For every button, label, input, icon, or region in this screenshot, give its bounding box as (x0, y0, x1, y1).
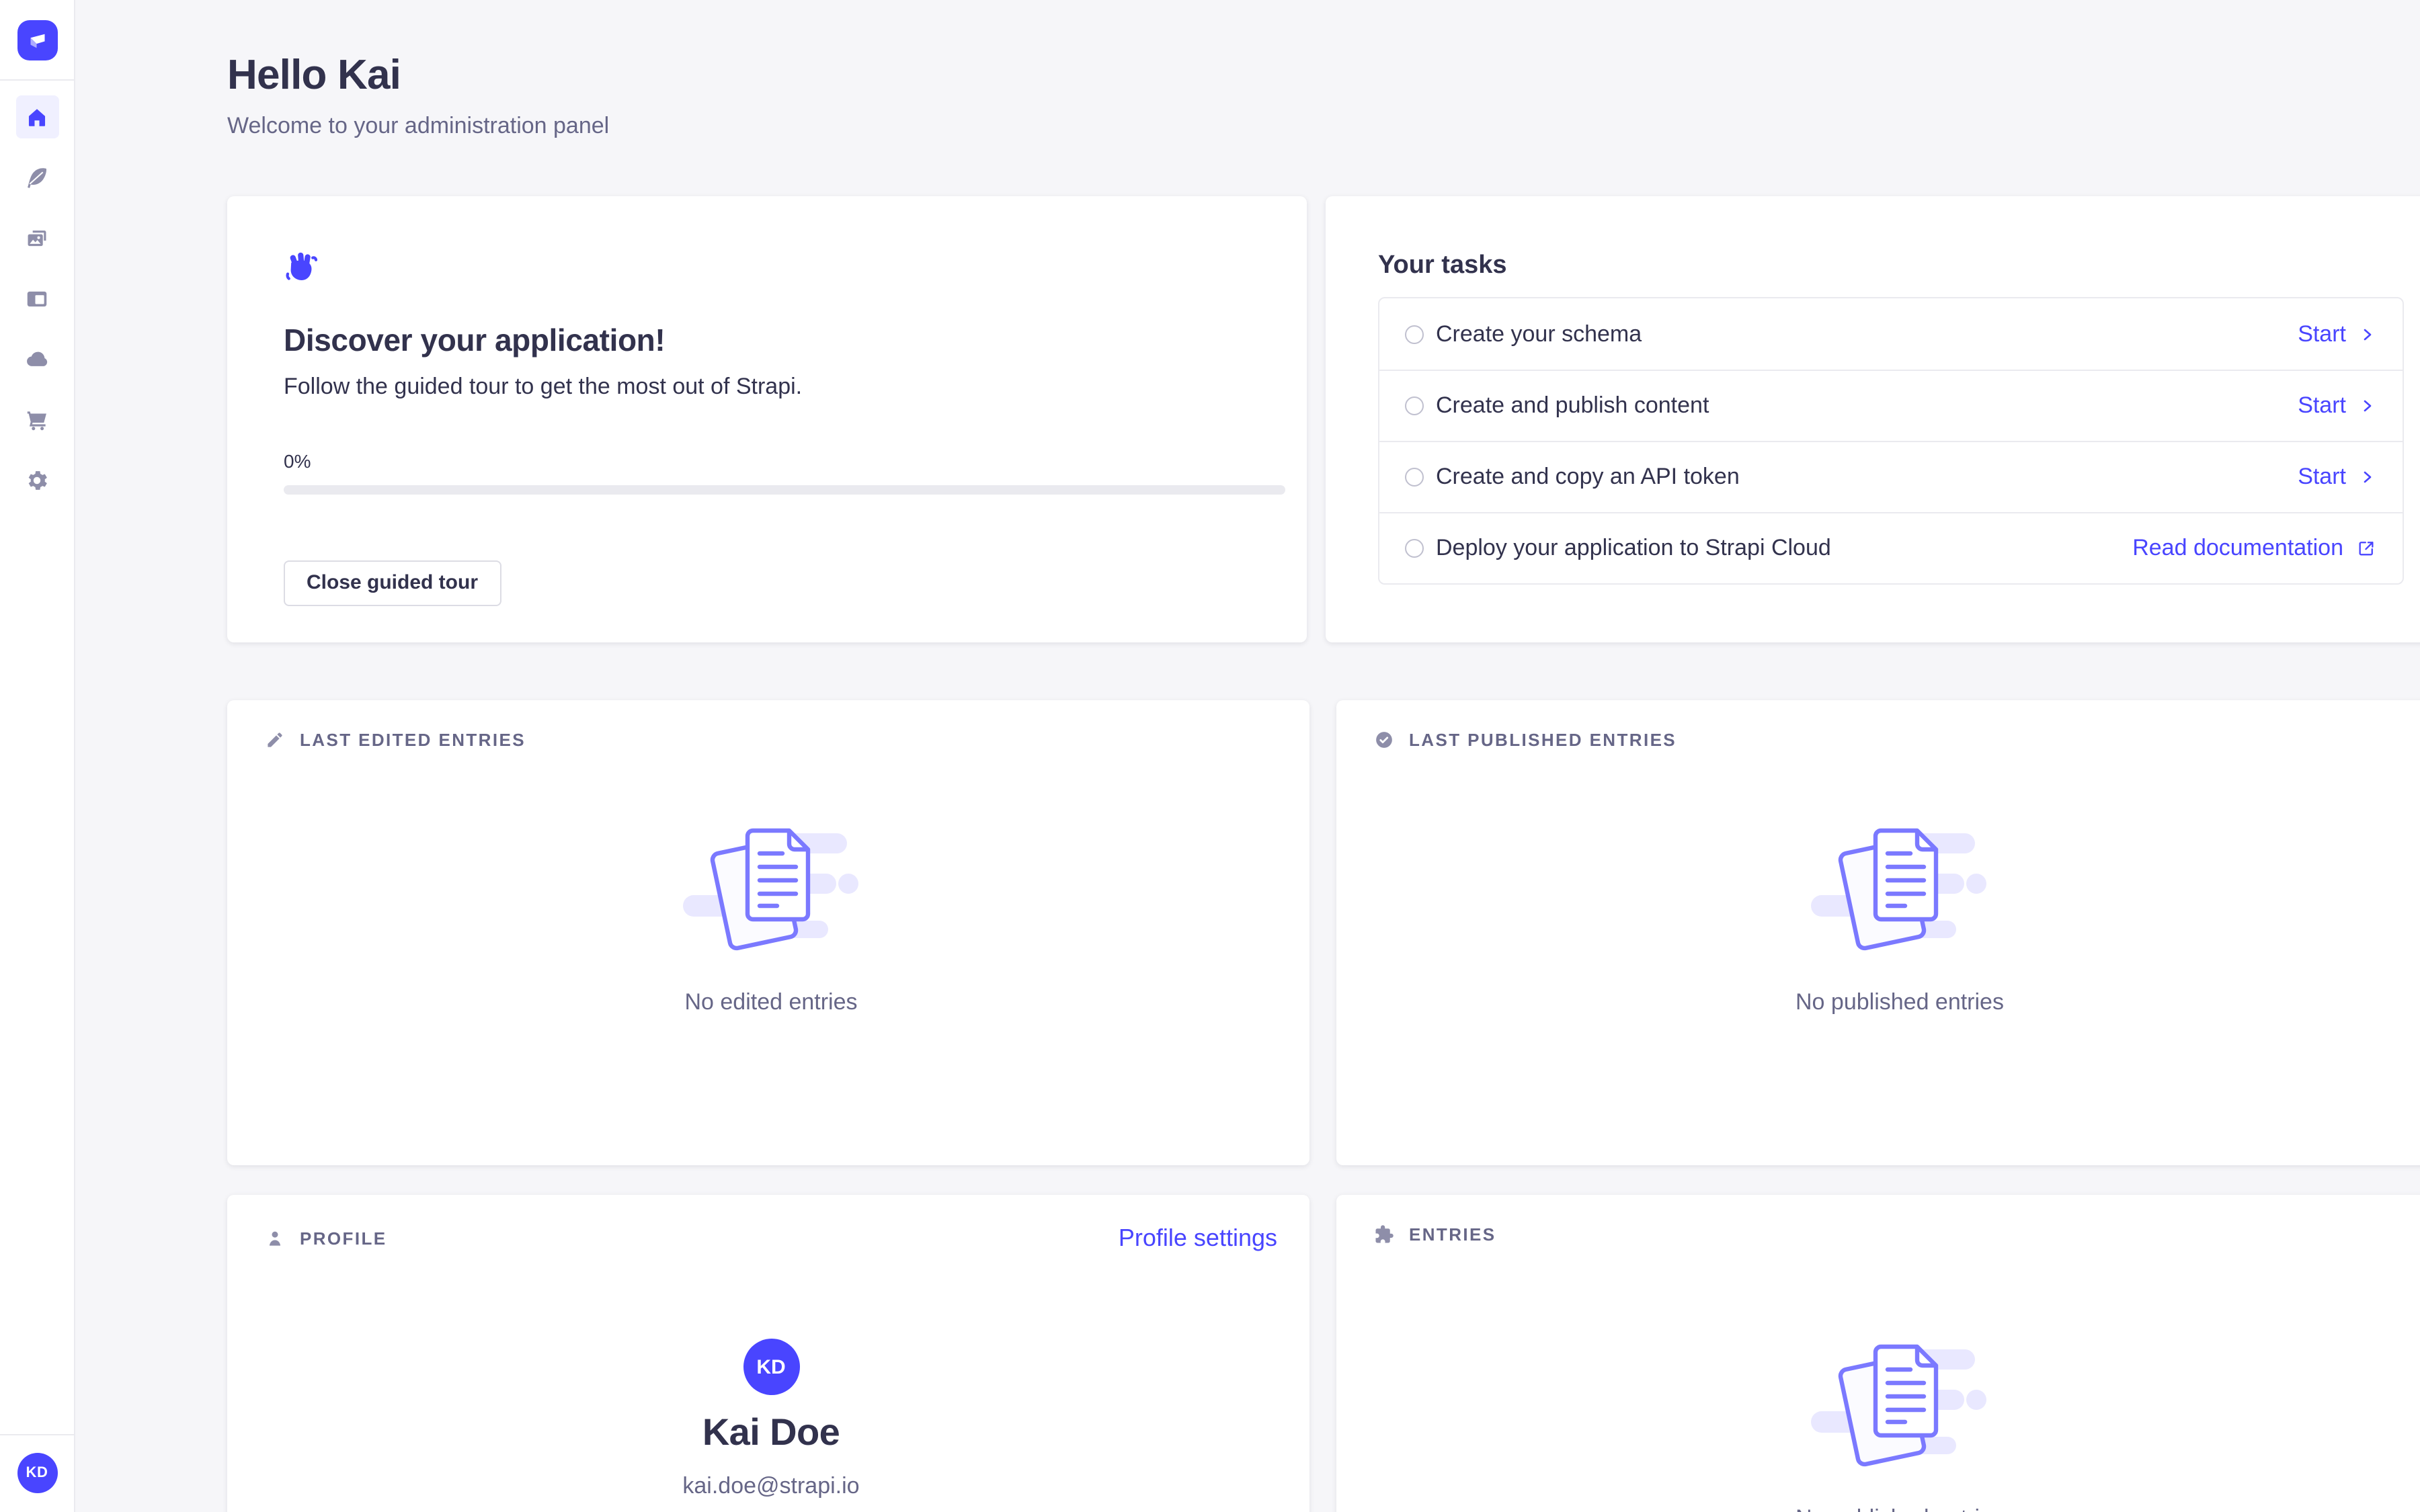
strapi-logo-icon[interactable] (17, 19, 57, 60)
progress-bar (284, 485, 1285, 495)
guided-tour-card: Discover your application! Follow the gu… (227, 196, 1307, 642)
task-action-label: Start (2298, 392, 2346, 419)
empty-state: No published entries (1374, 1245, 2420, 1512)
empty-state: No edited entries (265, 750, 1277, 1016)
gear-icon (24, 467, 50, 493)
widget-title: PROFILE (300, 1228, 387, 1249)
chevron-right-icon (2360, 469, 2376, 485)
profile-body: KD Kai Doe kai.doe@strapi.io (265, 1253, 1277, 1512)
strapi-admin-homepage: KD Hello Kai Welcome to your administrat… (0, 0, 2420, 1512)
task-label: Deploy your application to Strapi Cloud (1436, 535, 2132, 562)
waving-hand-icon (284, 250, 321, 288)
profile-settings-link[interactable]: Profile settings (1119, 1224, 1277, 1253)
widget-title: LAST EDITED ENTRIES (300, 730, 526, 750)
task-status-circle (1405, 468, 1424, 487)
profile-avatar: KD (743, 1339, 799, 1395)
page-title: Hello Kai (227, 51, 401, 99)
sidebar-item-content-manager[interactable] (15, 156, 58, 199)
progress-label: 0% (284, 450, 1285, 472)
sidebar-item-home[interactable] (15, 95, 58, 138)
guided-tour-subtitle: Follow the guided tour to get the most o… (284, 374, 1285, 401)
logo-zone (0, 0, 74, 81)
cloud-icon (24, 345, 50, 372)
task-start-link[interactable]: Start (2298, 464, 2376, 491)
feather-icon (24, 165, 50, 190)
widget-header: ENTRIES (1374, 1224, 2420, 1245)
empty-state: No published entries (1374, 750, 2420, 1016)
empty-state-text: No edited entries (684, 989, 857, 1016)
media-library-icon (24, 225, 50, 251)
home-icon (26, 106, 48, 128)
last-published-entries-card: LAST PUBLISHED ENTRIES No published entr… (1336, 700, 2420, 1165)
empty-state-text: No published entries (1796, 989, 2004, 1016)
task-label: Create and copy an API token (1436, 464, 2298, 491)
task-label: Create and publish content (1436, 392, 2298, 419)
task-status-circle (1405, 396, 1424, 415)
user-icon (265, 1228, 285, 1249)
chevron-right-icon (2360, 398, 2376, 414)
empty-state-text: No published entries (1796, 1505, 2004, 1512)
profile-email: kai.doe@strapi.io (682, 1473, 859, 1500)
strapi-logo-glyph (25, 28, 49, 52)
empty-documents-illustration (682, 817, 860, 965)
task-status-circle (1405, 325, 1424, 343)
task-action-label: Start (2298, 321, 2346, 347)
task-list: Create your schema Start Create and publ… (1378, 297, 2404, 585)
sidebar-item-settings[interactable] (15, 458, 58, 501)
entries-card: ENTRIES No published entries (1336, 1195, 2420, 1512)
profile-card: PROFILE Profile settings KD Kai Doe kai.… (227, 1195, 1309, 1512)
task-row: Deploy your application to Strapi Cloud … (1379, 512, 2403, 583)
sidebar-nav (15, 81, 58, 501)
widget-header: LAST EDITED ENTRIES (265, 730, 1277, 750)
sidebar-footer: KD (0, 1434, 74, 1512)
page-subtitle: Welcome to your administration panel (227, 113, 609, 140)
sidebar-item-marketplace[interactable] (15, 398, 58, 441)
task-label: Create your schema (1436, 321, 2298, 347)
task-start-link[interactable]: Start (2298, 392, 2376, 419)
task-row: Create and publish content Start (1379, 370, 2403, 441)
task-action-label: Read documentation (2132, 535, 2343, 562)
cart-icon (24, 407, 50, 432)
task-status-circle (1405, 539, 1424, 558)
widget-header: LAST PUBLISHED ENTRIES (1374, 730, 2420, 750)
task-row: Create your schema Start (1379, 298, 2403, 370)
main-content: Hello Kai Welcome to your administration… (75, 0, 2420, 1512)
tasks-title: Your tasks (1378, 251, 2404, 281)
sidebar-item-strapi-cloud[interactable] (15, 337, 58, 380)
close-guided-tour-button[interactable]: Close guided tour (284, 560, 501, 606)
layout-icon (24, 286, 50, 311)
widget-title: LAST PUBLISHED ENTRIES (1409, 730, 1677, 750)
user-avatar[interactable]: KD (17, 1453, 57, 1493)
guided-tour-title: Discover your application! (284, 323, 1285, 359)
widget-header: PROFILE Profile settings (265, 1224, 1277, 1253)
chevron-right-icon (2360, 326, 2376, 342)
pencil-icon (265, 730, 285, 750)
task-row: Create and copy an API token Start (1379, 441, 2403, 512)
widget-title: ENTRIES (1409, 1224, 1496, 1245)
your-tasks-card: Your tasks Create your schema Start Crea… (1326, 196, 2420, 642)
main-sidebar: KD (0, 0, 75, 1512)
empty-documents-illustration (1811, 1333, 1988, 1481)
last-edited-entries-card: LAST EDITED ENTRIES No edited entries (227, 700, 1309, 1165)
task-start-link[interactable]: Start (2298, 321, 2376, 347)
check-circle-icon (1374, 730, 1394, 750)
sidebar-item-media-library[interactable] (15, 216, 58, 259)
sidebar-item-content-type-builder[interactable] (15, 277, 58, 320)
read-documentation-link[interactable]: Read documentation (2132, 535, 2376, 562)
profile-name: Kai Doe (702, 1411, 840, 1454)
empty-documents-illustration (1811, 817, 1988, 965)
puzzle-icon (1374, 1224, 1394, 1245)
task-action-label: Start (2298, 464, 2346, 491)
external-link-icon (2357, 539, 2376, 558)
